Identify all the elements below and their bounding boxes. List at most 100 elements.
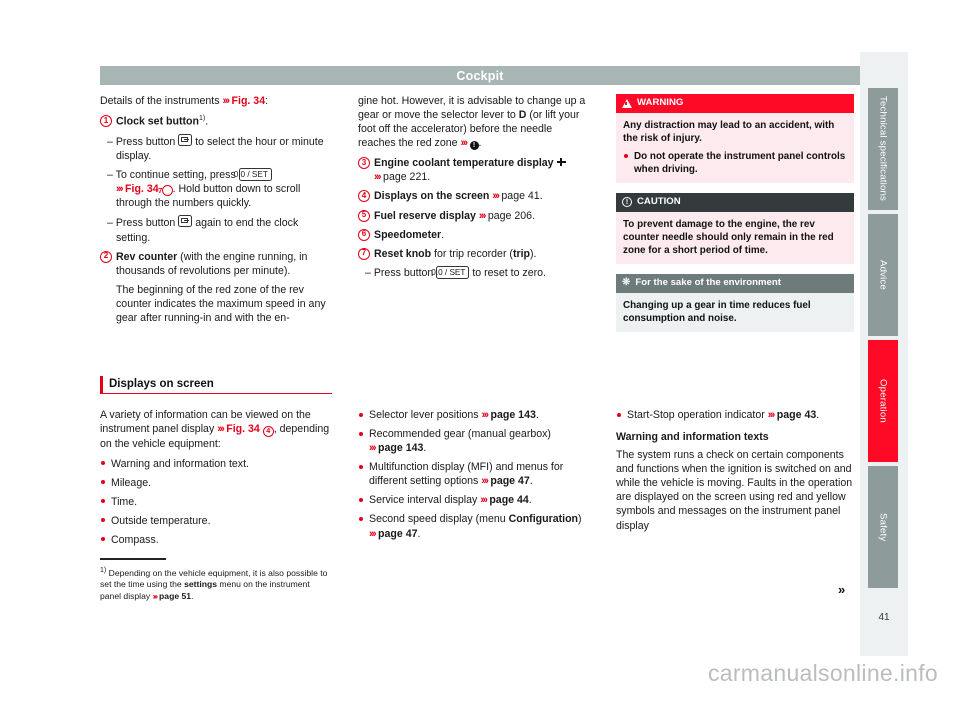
footnote-page-ref[interactable]: page 51 bbox=[159, 591, 191, 601]
item-7-trip: trip bbox=[512, 247, 531, 260]
list-item-tail: . bbox=[423, 442, 427, 455]
tab-technical-specifications[interactable]: Technical specifications bbox=[868, 88, 898, 210]
running-head: Cockpit bbox=[100, 66, 860, 85]
tab-label: Operation bbox=[877, 379, 889, 423]
ref-arrow-icon: ››› bbox=[481, 475, 489, 488]
step-2-pre: – To continue setting, press bbox=[107, 168, 239, 181]
caution-box-title: CAUTION bbox=[637, 196, 681, 207]
tab-safety[interactable]: Safety bbox=[868, 466, 898, 588]
item-4-text: Displays on the screen ››› page 41. bbox=[374, 189, 590, 203]
warning-triangle-icon bbox=[622, 98, 632, 108]
item-5-page-ref[interactable]: page 206 bbox=[488, 210, 532, 222]
continuation-arrow: » bbox=[838, 582, 845, 597]
environment-box-title: For the sake of the environment bbox=[635, 276, 781, 288]
settings-menu-name: settings bbox=[184, 579, 218, 590]
subsection-heading: Warning and information texts bbox=[616, 431, 769, 444]
item-1-text: Clock set button1). bbox=[116, 114, 332, 129]
step-3-pre: – Press button bbox=[107, 217, 179, 230]
step-2-figure-ref[interactable]: Fig. 34 bbox=[125, 183, 159, 195]
list-item-page-ref[interactable]: page 143 bbox=[491, 409, 536, 421]
page-canvas: Cockpit Details of the instruments ››› F… bbox=[52, 52, 908, 656]
environment-box-header: ❊ For the sake of the environment bbox=[616, 273, 854, 293]
list-item-tail: . bbox=[417, 527, 421, 540]
list-item: Warning and information text. bbox=[100, 457, 332, 471]
step-2-callout-number: 7 bbox=[158, 185, 173, 197]
warning-box-text: Any distraction may lead to an accident,… bbox=[623, 119, 835, 144]
list-item: Selector lever positions ››› page 143. bbox=[358, 408, 590, 422]
list-item-page-ref[interactable]: page 143 bbox=[378, 442, 423, 454]
item-6-label: Speedometer bbox=[374, 228, 442, 241]
item-7-step-1: – Press button 0.0 / SET to reset to zer… bbox=[358, 265, 590, 280]
item-4-page-ref[interactable]: page 41 bbox=[501, 190, 539, 202]
clock-set-button-icon bbox=[178, 133, 193, 146]
warning-reference-icon: ! bbox=[469, 141, 479, 151]
environment-box-body: Changing up a gear in time reduces fuel … bbox=[616, 292, 854, 332]
ref-arrow-icon: ››› bbox=[478, 209, 487, 222]
instrument-item-6: 6 Speedometer. bbox=[358, 228, 590, 242]
ref-arrow-icon: ››› bbox=[480, 494, 488, 507]
section-figure-ref[interactable]: Fig. 34 bbox=[226, 423, 260, 435]
warning-box-body: Any distraction may lead to an accident,… bbox=[616, 112, 854, 183]
item-number-badge: 4 bbox=[358, 190, 370, 203]
list-item-tail: . bbox=[528, 494, 532, 507]
list-item: Recommended gear (manual gearbox) ››› pa… bbox=[358, 427, 590, 455]
continuation-paragraph: gine hot. However, it is advisable to ch… bbox=[358, 94, 590, 151]
subsection-body: The system runs a check on certain compo… bbox=[616, 449, 853, 532]
list-item-page-ref[interactable]: page 47 bbox=[378, 528, 417, 540]
footnote: 1) Depending on the vehicle equipment, i… bbox=[100, 558, 332, 609]
list-item: Multifunction display (MFI) and menus fo… bbox=[358, 460, 590, 488]
caution-circle-icon: ! bbox=[622, 197, 632, 208]
section-column-right: Start-Stop operation indicator ››› page … bbox=[616, 408, 854, 539]
list-item: Compass. bbox=[100, 533, 332, 547]
instrument-item-1: 1 Clock set button1). bbox=[100, 114, 332, 129]
item-2-paragraph: The beginning of the red zone of the rev… bbox=[116, 283, 326, 324]
item-number-badge: 3 bbox=[358, 157, 370, 170]
item-3-page-ref[interactable]: page 221 bbox=[383, 171, 427, 183]
tab-label: Safety bbox=[877, 512, 889, 542]
page-number: 41 bbox=[878, 612, 890, 623]
ref-arrow-icon: ››› bbox=[222, 95, 230, 107]
warning-box-title: WARNING bbox=[637, 97, 684, 108]
column-2: gine hot. However, it is advisable to ch… bbox=[358, 94, 590, 285]
cont-end: . bbox=[478, 137, 482, 150]
item-3-text: Engine coolant temperature display ››› p… bbox=[374, 156, 590, 184]
section-callout-number: 4 bbox=[262, 425, 274, 437]
item-5-tail: . bbox=[532, 209, 536, 222]
item-3-label: Engine coolant temperature display bbox=[374, 157, 554, 170]
list-item-tail: . bbox=[535, 409, 539, 421]
tab-label: Advice bbox=[877, 260, 889, 290]
item-7-step-post: to reset to zero. bbox=[469, 266, 546, 279]
caution-box-header: ! CAUTION bbox=[616, 193, 854, 212]
list-item: Time. bbox=[100, 495, 332, 509]
item-number-badge: 1 bbox=[100, 115, 112, 128]
item-1-step-1: – Press button to select the hour or min… bbox=[100, 133, 332, 163]
section-heading: Displays on screen bbox=[100, 376, 332, 394]
item-7-tail: ). bbox=[530, 247, 537, 260]
tab-advice[interactable]: Advice bbox=[868, 214, 898, 336]
item-4-label: Displays on the screen bbox=[374, 190, 490, 203]
running-head-title: Cockpit bbox=[456, 68, 504, 83]
configuration-menu-name: Configuration bbox=[508, 513, 579, 526]
ref-arrow-icon: ››› bbox=[374, 171, 382, 184]
instrument-item-7: 7 Reset knob for trip recorder (trip). bbox=[358, 247, 590, 261]
list-item-tail: . bbox=[529, 475, 533, 488]
list-item-page-ref[interactable]: page 44 bbox=[489, 494, 528, 506]
item-number-badge: 6 bbox=[358, 228, 370, 241]
list-item-text: Selector lever positions bbox=[369, 409, 482, 421]
step-1-pre: – Press button bbox=[107, 135, 179, 148]
intro-figure-ref[interactable]: Fig. 34 bbox=[232, 95, 266, 107]
caution-box-body: To prevent damage to the engine, the rev… bbox=[616, 211, 854, 264]
instrument-item-3: 3 Engine coolant temperature display ›››… bbox=[358, 156, 590, 184]
reset-key-cap: 0.0 / SET bbox=[431, 265, 470, 279]
list-item-page-ref[interactable]: page 47 bbox=[490, 475, 529, 487]
ref-arrow-icon: ››› bbox=[116, 182, 124, 195]
ref-arrow-icon: ››› bbox=[217, 423, 225, 436]
section-column-left: A variety of information can be viewed o… bbox=[100, 408, 332, 552]
item-number-badge: 2 bbox=[100, 250, 112, 263]
list-item-page-ref[interactable]: page 43 bbox=[777, 409, 816, 421]
tab-operation[interactable]: Operation bbox=[868, 340, 898, 462]
list-item: Second speed display (menu Configuration… bbox=[358, 512, 590, 540]
ref-arrow-icon: ››› bbox=[369, 442, 377, 455]
instrument-item-4: 4 Displays on the screen ››› page 41. bbox=[358, 189, 590, 203]
section-tabs: Technical specifications Advice Operatio… bbox=[860, 52, 908, 656]
